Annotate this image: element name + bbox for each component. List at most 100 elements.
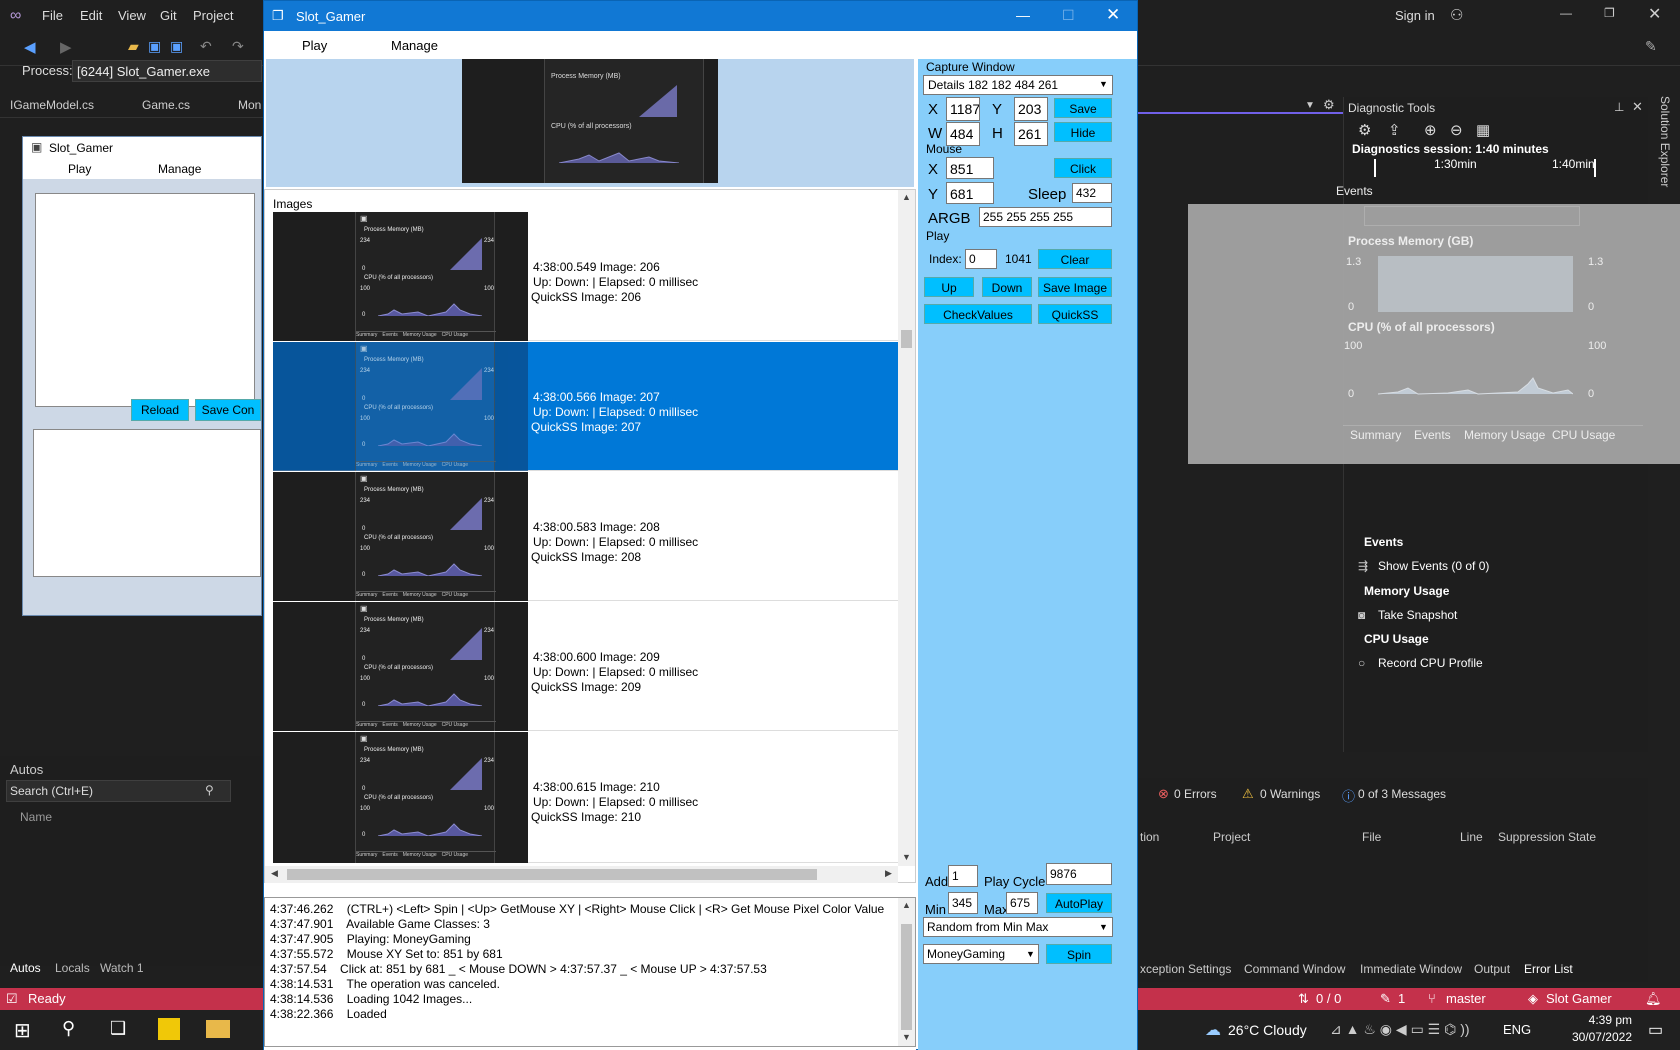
tab-exception-settings[interactable]: xception Settings — [1140, 962, 1231, 976]
task-view-icon[interactable]: ❑ — [110, 1018, 126, 1039]
weather-text[interactable]: 26°C Cloudy — [1228, 1022, 1307, 1038]
undo-icon[interactable]: ↶ — [200, 38, 212, 55]
log-scrollbar[interactable]: ▲ ▼ — [898, 898, 915, 1046]
log-box[interactable]: 4:37:46.262 (CTRL+) <Left> Spin | <Up> G… — [264, 897, 916, 1047]
details-select[interactable]: Details 182 182 484 261 — [923, 75, 1113, 95]
back-icon[interactable]: ◀ — [24, 38, 36, 56]
log-scroll-down-icon[interactable]: ▼ — [902, 1032, 911, 1042]
mouse-y-input[interactable]: 681 — [946, 182, 994, 204]
diag-tab-memory[interactable]: Memory Usage — [1464, 428, 1545, 442]
diag-settings-icon[interactable]: ⚙ — [1358, 121, 1371, 139]
status-branch[interactable]: master — [1446, 991, 1486, 1006]
show-events-link[interactable]: Show Events (0 of 0) — [1378, 559, 1489, 573]
col-file[interactable]: File — [1362, 830, 1381, 844]
list-item[interactable]: ▣ Process Memory (MB) 234 234 0 CPU (% of all… — [273, 602, 898, 731]
diag-tab-summary[interactable]: Summary — [1350, 428, 1401, 442]
tab-output[interactable]: Output — [1474, 962, 1510, 976]
zoom-out-icon[interactable]: ⊖ — [1450, 121, 1463, 139]
zoom-in-icon[interactable]: ⊕ — [1424, 121, 1437, 139]
spin-button[interactable]: Spin — [1046, 944, 1112, 964]
save-all-icon[interactable]: ▣ — [170, 38, 183, 55]
pin-icon[interactable]: ⊥ — [1614, 100, 1624, 114]
designer-menu-play[interactable]: Play — [68, 162, 91, 176]
record-cpu-profile-button[interactable]: Record CPU Profile — [1378, 656, 1483, 670]
export-icon[interactable]: ⇪ — [1388, 121, 1401, 139]
images-list[interactable]: Images ▣ Process Memory (MB) 234 234 0 CPU (%… — [264, 189, 916, 883]
col-line[interactable]: Line — [1460, 830, 1483, 844]
autos-search-input[interactable]: Search (Ctrl+E) — [10, 784, 93, 798]
tab-watch1[interactable]: Watch 1 — [100, 961, 144, 975]
open-folder-icon[interactable]: ▰ — [128, 38, 139, 55]
up-button[interactable]: Up — [924, 277, 974, 297]
save-icon[interactable]: ▣ — [148, 38, 161, 55]
index-input[interactable]: 0 — [965, 249, 997, 269]
col-description[interactable]: tion — [1140, 830, 1159, 844]
notifications-icon[interactable]: 🔔︎ — [1645, 991, 1662, 1007]
diag-tab-events[interactable]: Events — [1414, 428, 1451, 442]
menu-edit[interactable]: Edit — [80, 8, 102, 23]
menu-view[interactable]: View — [118, 8, 146, 23]
status-lines[interactable]: 0 / 0 — [1316, 991, 1341, 1006]
settings-gear-icon[interactable]: ⚙ — [1323, 97, 1335, 113]
scroll-thumb[interactable] — [901, 330, 912, 348]
quickss-button[interactable]: QuickSS — [1038, 304, 1112, 324]
sign-in-link[interactable]: Sign in — [1395, 8, 1435, 23]
y-input[interactable]: 203 — [1014, 97, 1048, 121]
window-close-icon[interactable]: ✕ — [1106, 5, 1120, 25]
account-icon[interactable]: ⚇ — [1450, 6, 1463, 24]
col-suppression[interactable]: Suppression State — [1498, 830, 1596, 844]
max-input[interactable]: 675 — [1006, 892, 1038, 914]
check-values-button[interactable]: CheckValues — [924, 304, 1032, 324]
list-horizontal-scrollbar[interactable]: ◀ ▶ — [265, 866, 898, 883]
x-input[interactable]: 1187 — [946, 97, 980, 121]
tab-game[interactable]: Game.cs — [142, 98, 190, 118]
search-icon[interactable]: ⚲ — [205, 783, 214, 797]
feedback-icon[interactable]: ✎ — [1645, 38, 1657, 55]
tab-dropdown-icon[interactable]: ▼ — [1305, 100, 1315, 111]
clear-button[interactable]: Clear — [1038, 249, 1112, 269]
file-explorer-icon[interactable] — [206, 1020, 230, 1038]
tray-icons[interactable]: ⊿ ▲ ♨ ◉ ◀ ▭ ☰ ⌬ )) — [1330, 1021, 1470, 1038]
clock-date[interactable]: 30/07/2022 — [1556, 1030, 1632, 1044]
list-vertical-scrollbar[interactable]: ▲ ▼ — [898, 190, 915, 866]
play-mode-select[interactable]: Random from Min Max — [923, 917, 1113, 937]
list-item[interactable]: ▣ Process Memory (MB) 234 234 0 CPU (% of all… — [273, 212, 898, 341]
col-project[interactable]: Project — [1213, 830, 1250, 844]
menu-git[interactable]: Git — [160, 8, 177, 23]
log-scroll-thumb[interactable] — [901, 924, 912, 1030]
language-indicator[interactable]: ENG — [1503, 1022, 1531, 1037]
list-item[interactable]: ▣ Process Memory (MB) 234 234 0 CPU (% of all… — [273, 472, 898, 601]
menu-play[interactable]: Play — [302, 38, 327, 53]
restore-icon[interactable]: ❐ — [1604, 6, 1615, 20]
save-button[interactable]: Save — [1054, 98, 1112, 118]
mode-chevron-down-icon[interactable]: ▼ — [1099, 922, 1108, 932]
tab-igamemodel[interactable]: IGameModel.cs — [10, 98, 94, 118]
taskbar-search-icon[interactable]: ⚲ — [62, 1018, 75, 1039]
list-item[interactable]: ▣ Process Memory (MB) 234 234 0 CPU (% of all… — [273, 732, 898, 863]
errors-filter[interactable]: 0 Errors — [1174, 787, 1217, 801]
status-pencil-count[interactable]: 1 — [1398, 991, 1405, 1006]
min-input[interactable]: 345 — [948, 892, 978, 914]
play-cycle-input[interactable]: 9876 — [1046, 863, 1112, 885]
argb-input[interactable]: 255 255 255 255 — [979, 207, 1112, 227]
messages-filter[interactable]: 0 of 3 Messages — [1358, 787, 1446, 801]
tab-error-list[interactable]: Error List — [1524, 962, 1573, 976]
diag-tab-cpu[interactable]: CPU Usage — [1552, 428, 1615, 442]
start-icon[interactable]: ⊞ — [14, 1018, 31, 1043]
minimize-icon[interactable]: — — [1560, 6, 1572, 20]
sleep-input[interactable]: 432 — [1072, 183, 1112, 203]
reset-view-icon[interactable]: ▦ — [1476, 121, 1490, 139]
status-project[interactable]: Slot Gamer — [1546, 991, 1612, 1006]
game-chevron-down-icon[interactable]: ▼ — [1026, 949, 1035, 959]
save-config-button[interactable]: Save Con — [195, 399, 261, 421]
menu-manage[interactable]: Manage — [391, 38, 438, 53]
solution-explorer-tab[interactable]: Solution Explorer — [1658, 96, 1672, 187]
list-item[interactable]: ▣ Process Memory (MB) 234 234 0 CPU (% of all… — [273, 342, 898, 471]
log-scroll-up-icon[interactable]: ▲ — [902, 900, 911, 910]
scroll-down-icon[interactable]: ▼ — [902, 852, 911, 862]
scroll-left-icon[interactable]: ◀ — [271, 868, 278, 879]
forward-icon[interactable]: ▶ — [60, 38, 72, 56]
menu-file[interactable]: File — [42, 8, 63, 23]
close-icon[interactable]: ✕ — [1648, 4, 1661, 24]
action-center-icon[interactable]: ▭ — [1648, 1020, 1663, 1040]
